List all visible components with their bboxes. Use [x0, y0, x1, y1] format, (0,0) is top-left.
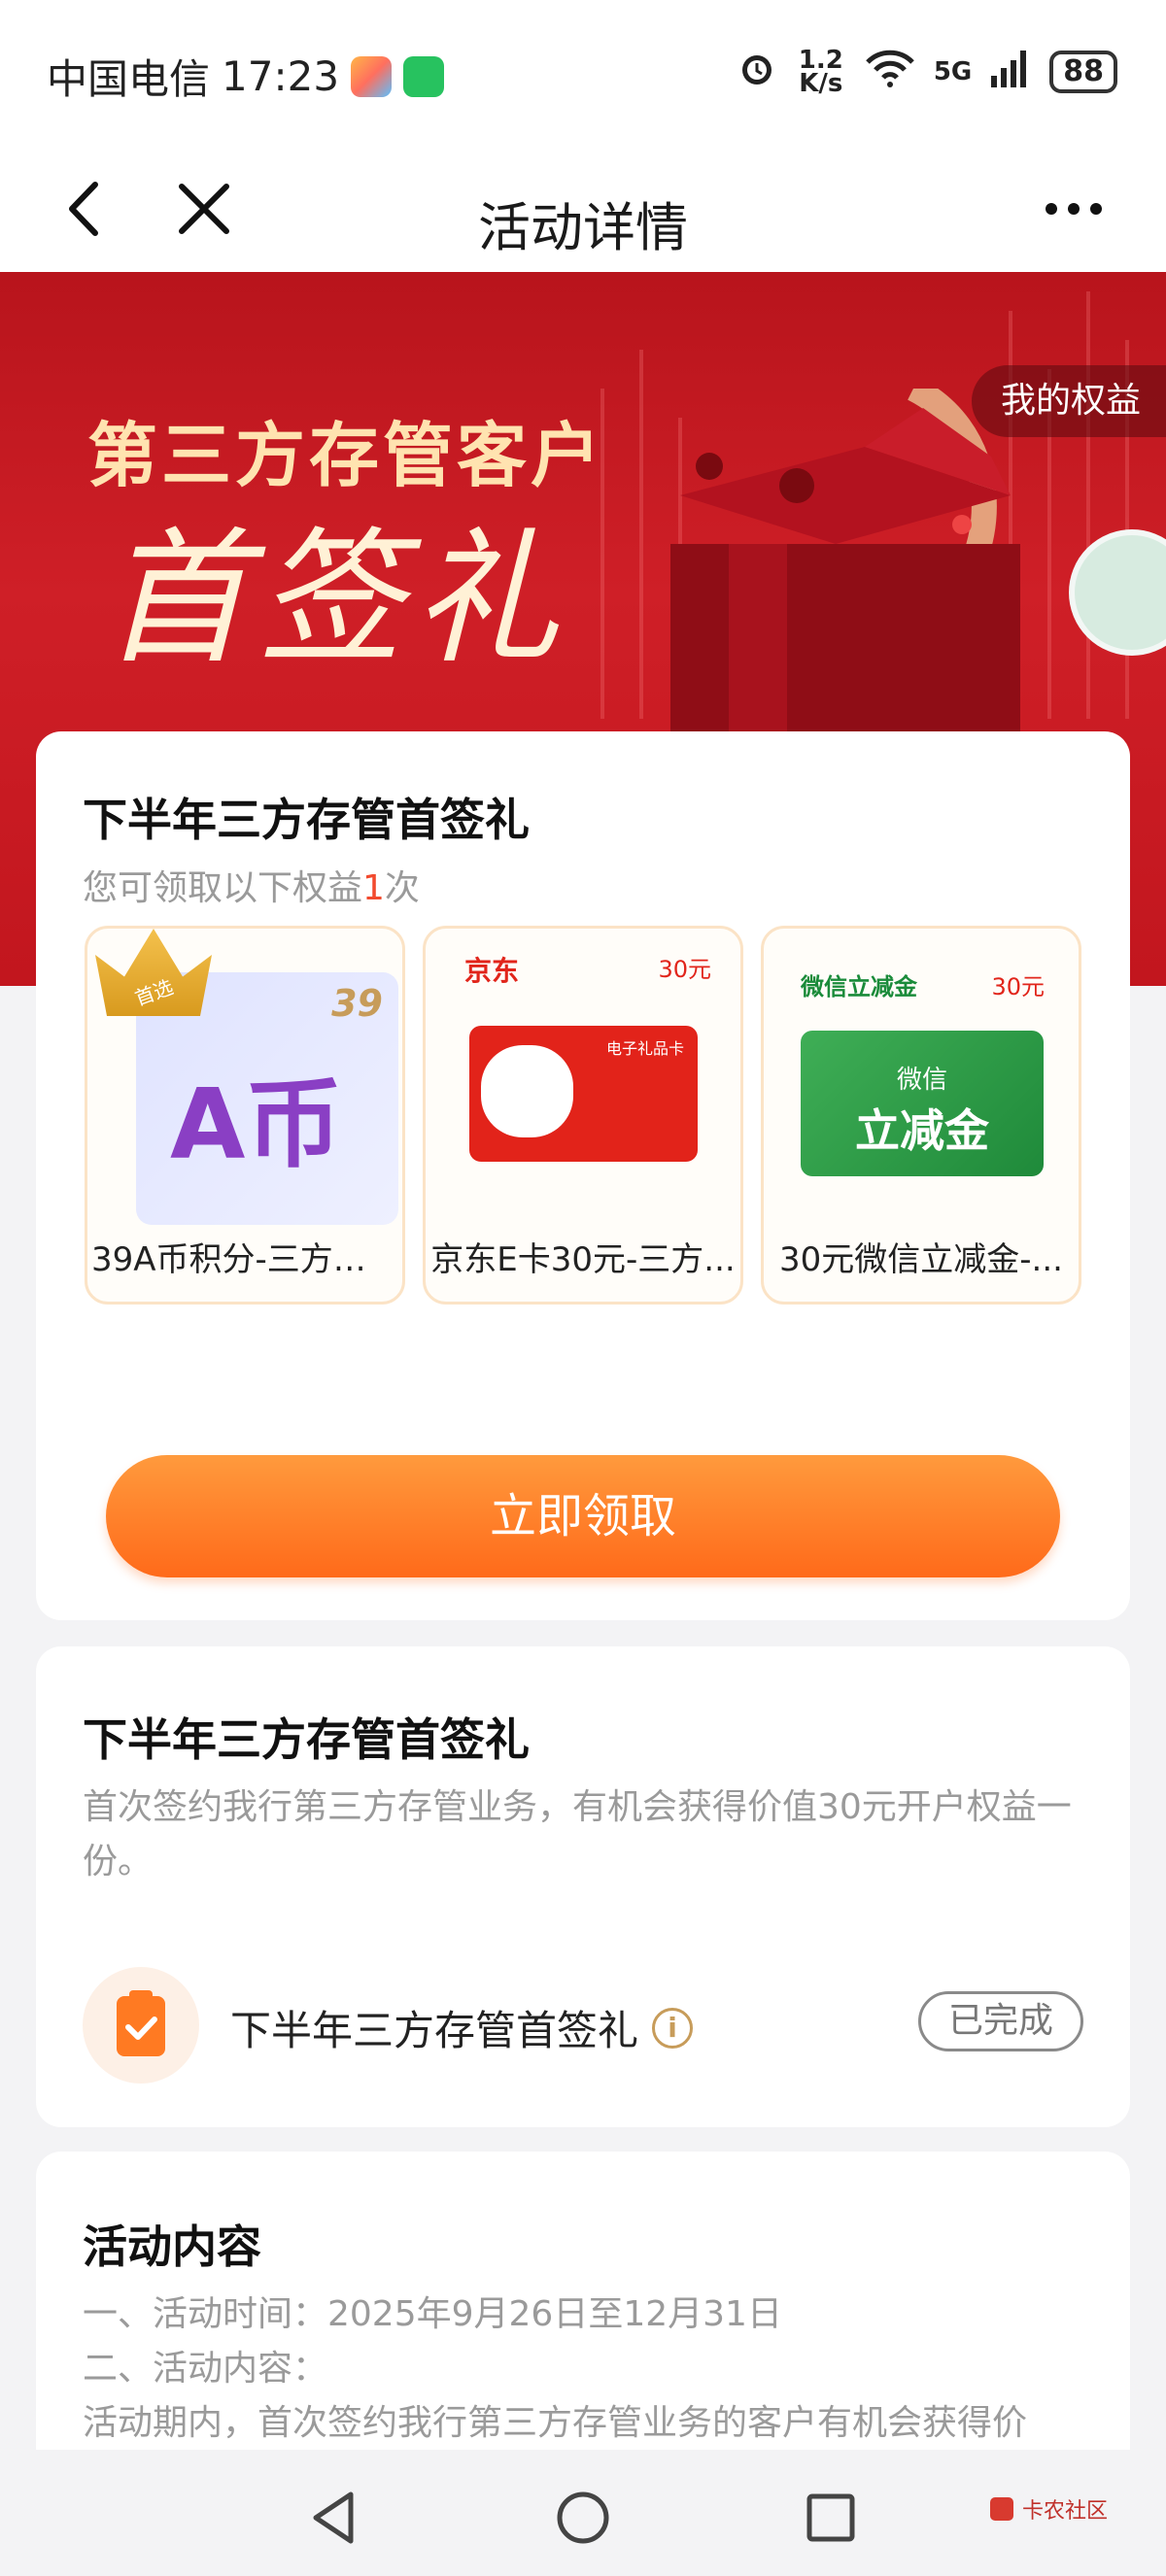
activity-content-text: 一、活动时间：2025年9月26日至12月31日 二、活动内容： 活动期内，首次… [83, 2288, 1027, 2451]
reward-name: 39A币积分-三方存管 [91, 1240, 398, 1279]
coupon-line-1: 微信 [896, 1066, 947, 1095]
wechat-app-icon [403, 55, 445, 97]
signal-icon [989, 47, 1032, 96]
info-icon[interactable]: i [652, 2007, 694, 2049]
carrier-label: 中国电信 [47, 55, 211, 103]
jd-card-image: 京东 30元 电子礼品卡 [426, 929, 740, 1220]
status-right: 1.2 K/s 5G 88 [736, 47, 1117, 96]
activity-content-title: 活动内容 [83, 2220, 261, 2273]
task-name: 下半年三方存管首签礼 [230, 2007, 639, 2054]
a-coin-text: A币 [170, 1068, 343, 1181]
my-benefits-button[interactable]: 我的权益 [971, 365, 1166, 437]
content-line: 一、活动时间：2025年9月26日至12月31日 [83, 2294, 782, 2334]
watermark-icon [989, 2497, 1013, 2521]
hint-prefix: 您可领取以下权益 [83, 868, 363, 908]
watermark-text: 卡农社区 [1021, 2499, 1108, 2524]
gift-box-illustration [670, 389, 1020, 738]
jd-logo: 京东 [464, 955, 520, 987]
rewards-title: 下半年三方存管首签礼 [83, 794, 530, 846]
reward-name: 京东E卡30元-三方... [430, 1240, 736, 1279]
reward-name: 30元微信立减金-... [779, 1240, 1063, 1279]
home-circle-icon[interactable] [554, 2489, 612, 2547]
watermark-logo: 卡农社区 [987, 2493, 1108, 2525]
wechat-coupon-price: 30元 [991, 973, 1045, 1000]
a-coin-image: 首选 39 A币 [87, 929, 402, 1225]
battery-indicator: 88 [1049, 50, 1117, 93]
more-icon[interactable] [1040, 185, 1108, 233]
system-navigation-bar: 卡农社区 [0, 2450, 1166, 2576]
jd-card-label: 电子礼品卡 [605, 1039, 684, 1058]
banner-headline: 首签礼 [102, 515, 569, 684]
reward-option-a-coin[interactable]: 首选 39 A币 39A币积分-三方存管 [85, 926, 405, 1305]
back-triangle-icon[interactable] [306, 2489, 364, 2547]
wallet-app-icon [351, 55, 393, 97]
content-line: 活动期内，首次签约我行第三方存管业务的客户有机会获得价 [83, 2403, 1028, 2443]
net-speed: 1.2 K/s [798, 45, 843, 98]
task-card-title: 下半年三方存管首签礼 [83, 1713, 530, 1766]
task-item: 下半年三方存管首签礼 i [230, 1998, 694, 2057]
reward-option-jd-card[interactable]: 京东 30元 电子礼品卡 京东E卡30元-三方... [423, 926, 743, 1305]
clock: 17:23 [222, 52, 340, 100]
network-type: 5G [933, 56, 973, 86]
reward-option-wechat-coupon[interactable]: 微信立减金 30元 微信 立减金 30元微信立减金-... [761, 926, 1081, 1305]
nav-bar: 活动详情 [0, 146, 1166, 272]
a-coin-amount: 39 [331, 982, 383, 1025]
status-badge: 已完成 [918, 1991, 1083, 2051]
hint-suffix: 次 [384, 868, 420, 908]
status-bar: 中国电信 17:23 1.2 K/s 5G 88 [0, 0, 1166, 146]
wifi-icon [864, 47, 916, 96]
wechat-coupon-brand: 微信立减金 [801, 973, 917, 1000]
task-description: 首次签约我行第三方存管业务，有机会获得价值30元开户权益一份。 [83, 1787, 1072, 1881]
wechat-coupon-image: 微信立减金 30元 微信 立减金 [764, 929, 1079, 1220]
content-line: 二、活动内容： [83, 2349, 328, 2389]
reward-list: 首选 39 A币 39A币积分-三方存管 京东 30元 电子礼品卡 京东E卡30… [85, 926, 1081, 1305]
jd-mascot-icon [481, 1045, 573, 1137]
alarm-icon [736, 47, 778, 96]
claim-hint: 您可领取以下权益1次 [83, 860, 420, 910]
recents-square-icon[interactable] [802, 2489, 860, 2547]
coupon-line-2: 立减金 [855, 1104, 989, 1157]
jd-price: 30元 [658, 956, 711, 983]
claim-now-button[interactable]: 立即领取 [106, 1455, 1060, 1577]
clipboard-check-icon [83, 1967, 199, 2084]
page-title: 活动详情 [478, 197, 688, 258]
task-card: 下半年三方存管首签礼 首次签约我行第三方存管业务，有机会获得价值30元开户权益一… [36, 1646, 1130, 2127]
rewards-card: 下半年三方存管首签礼 您可领取以下权益1次 首选 39 A币 39A币积分-三方… [36, 731, 1130, 1620]
status-left: 中国电信 17:23 [47, 47, 445, 106]
hint-count: 1 [362, 868, 385, 908]
